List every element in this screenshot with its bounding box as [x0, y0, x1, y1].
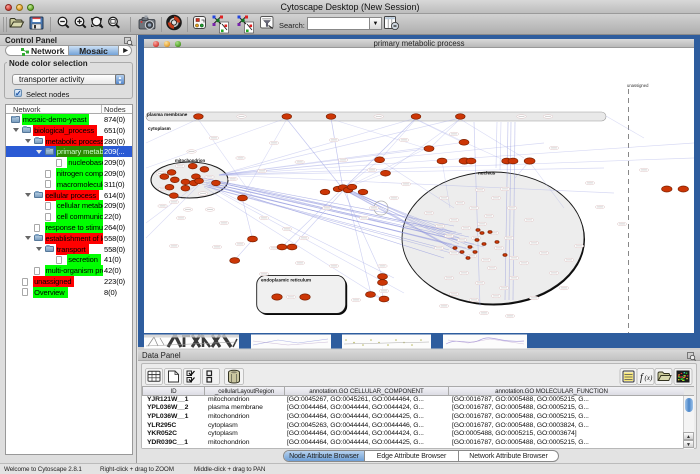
- svg-text:mitochondrion: mitochondrion: [175, 158, 205, 163]
- svg-text:(x): (x): [645, 374, 653, 382]
- svg-text:endoplasmic reticulum: endoplasmic reticulum: [261, 278, 311, 283]
- svg-text:plasma membrane: plasma membrane: [147, 112, 188, 117]
- svg-text:nucleus: nucleus: [478, 171, 496, 176]
- svg-text:cytoplasm: cytoplasm: [148, 126, 171, 131]
- svg-text:unassigned: unassigned: [627, 83, 649, 88]
